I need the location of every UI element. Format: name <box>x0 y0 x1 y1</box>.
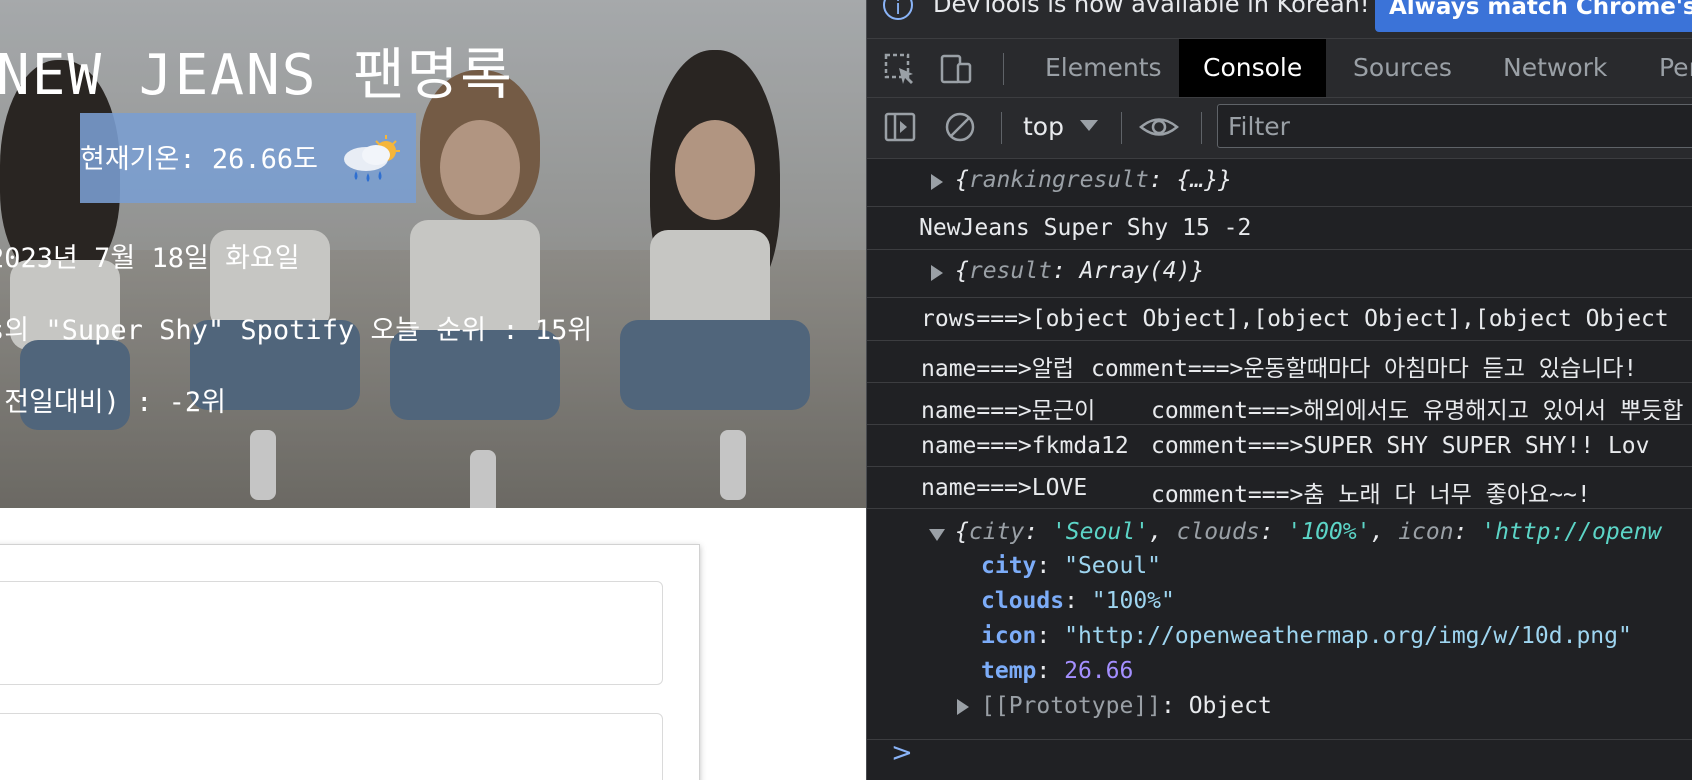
tab-console[interactable]: Console <box>1179 39 1327 97</box>
toolbar-divider <box>1201 112 1202 144</box>
console-message: NewJeans Super Shy 15 -2 <box>867 207 1692 250</box>
prop-prototype[interactable]: [[Prototype]]: Object <box>981 693 1272 719</box>
toolbar-divider <box>1003 53 1004 85</box>
match-language-button[interactable]: Always match Chrome's la <box>1375 0 1692 32</box>
row-comment: comment===>운동할때마다 아침마다 듣고 있습니다! <box>1091 356 1638 382</box>
row-name: name===>알럽 <box>921 356 1075 382</box>
toolbar-divider <box>1121 112 1122 144</box>
devtools-tabbar: Elements Console Sources Network Per <box>867 39 1692 98</box>
hero-banner: NEW JEANS 팬명록 현재기온: 26.66도 2023년 7월 18일 … <box>0 0 866 508</box>
spotify-rank-text: s의 "Super Shy" Spotify 오늘 순위 : 15위 <box>0 315 593 346</box>
rank-change-text: (전일대비) : -2위 <box>0 387 226 418</box>
prop-temp: temp: 26.66 <box>981 658 1134 684</box>
language-infobar: i DevTools is now available in Korean! A… <box>867 0 1692 39</box>
console-message[interactable]: {result: Array(4)} <box>867 250 1692 298</box>
console-output: {rankingresult: {…}} NewJeans Super Shy … <box>867 159 1692 740</box>
obj-preview: {city: 'Seoul', clouds: '100%', icon: 'h… <box>955 519 1662 545</box>
row-comment: comment===>SUPER SHY SUPER SHY!! Lov <box>1151 433 1650 459</box>
chevron-down-icon[interactable] <box>1080 120 1098 131</box>
tab-elements[interactable]: Elements <box>1021 39 1186 97</box>
tab-network[interactable]: Network <box>1479 39 1631 97</box>
tab-sources[interactable]: Sources <box>1329 39 1476 97</box>
obj-summary: : Array(4)} <box>1051 258 1205 284</box>
console-toolbar: top Filter <box>867 98 1692 159</box>
row-comment: comment===>춤 노래 다 너무 좋아요~~! <box>1151 482 1591 508</box>
weather-rain-sun-icon <box>344 135 400 182</box>
console-text: rows===>[object Object],[object Object],… <box>921 306 1669 332</box>
divider <box>867 739 1692 740</box>
context-selector[interactable]: top <box>1023 112 1064 141</box>
expand-triangle-icon[interactable] <box>957 699 969 715</box>
page-title: NEW JEANS 팬명록 <box>0 43 514 108</box>
collapse-triangle-icon[interactable] <box>929 529 945 541</box>
obj-key: rankingresult <box>968 167 1149 193</box>
console-message: name===>LOVE comment===>춤 노래 다 너무 좋아요~~! <box>867 467 1692 509</box>
guestbook-form <box>0 544 700 780</box>
obj-brace: { <box>955 258 969 284</box>
obj-key: result <box>968 258 1052 284</box>
filter-input[interactable]: Filter <box>1217 104 1692 148</box>
date-text: 2023년 7월 18일 화요일 <box>0 243 300 274</box>
obj-brace: { <box>955 167 969 193</box>
console-message: name===>fkmda12 comment===>SUPER SHY SUP… <box>867 425 1692 467</box>
console-text: NewJeans Super Shy 15 -2 <box>919 215 1252 241</box>
console-message[interactable]: {rankingresult: {…}} <box>867 159 1692 207</box>
toolbar-divider <box>1001 112 1002 144</box>
row-name: name===>문근이 <box>921 398 1096 424</box>
prop-clouds: clouds: "100%" <box>981 588 1175 614</box>
row-name: name===>LOVE <box>921 475 1088 501</box>
sidebar-toggle-icon[interactable] <box>883 110 917 144</box>
eye-icon[interactable] <box>1139 110 1179 144</box>
tab-performance[interactable]: Per <box>1635 39 1692 97</box>
console-message-expanded[interactable]: {city: 'Seoul', clouds: '100%', icon: 'h… <box>867 509 1692 739</box>
inspect-element-icon[interactable] <box>883 52 917 86</box>
obj-summary: : {…}} <box>1148 167 1232 193</box>
devtools-panel: i DevTools is now available in Korean! A… <box>866 0 1692 780</box>
prop-icon: icon: "http://openweathermap.org/img/w/1… <box>981 623 1632 649</box>
info-icon: i <box>883 0 913 20</box>
infobar-message: DevTools is now available in Korean! <box>933 0 1370 18</box>
expand-triangle-icon[interactable] <box>931 265 943 281</box>
row-name: name===>fkmda12 <box>921 433 1129 459</box>
prop-city: city: "Seoul" <box>981 553 1162 579</box>
console-message: name===>알럽 comment===>운동할때마다 아침마다 듣고 있습니… <box>867 341 1692 383</box>
console-prompt[interactable]: > <box>891 738 913 768</box>
web-page: NEW JEANS 팬명록 현재기온: 26.66도 2023년 7월 18일 … <box>0 0 866 780</box>
filter-placeholder: Filter <box>1228 112 1290 141</box>
console-message: rows===>[object Object],[object Object],… <box>867 298 1692 341</box>
weather-box: 현재기온: 26.66도 <box>80 113 416 203</box>
clear-console-icon[interactable] <box>943 110 977 144</box>
comment-input[interactable] <box>0 713 663 780</box>
row-comment: comment===>해외에서도 유명해지고 있어서 뿌듯합 <box>1151 398 1684 424</box>
nickname-input[interactable] <box>0 581 663 685</box>
device-toolbar-icon[interactable] <box>939 52 973 86</box>
weather-temperature: 현재기온: 26.66도 <box>80 144 318 175</box>
console-message: name===>문근이 comment===>해외에서도 유명해지고 있어서 뿌… <box>867 383 1692 425</box>
expand-triangle-icon[interactable] <box>931 174 943 190</box>
